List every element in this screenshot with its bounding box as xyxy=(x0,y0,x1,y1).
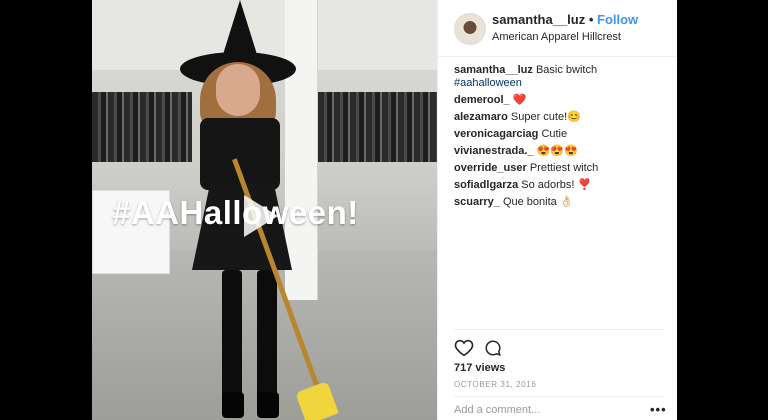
comment-username[interactable]: sofiadlgarza xyxy=(454,179,518,191)
person-face xyxy=(216,64,260,116)
store-pillar xyxy=(285,0,318,300)
location-link[interactable]: American Apparel Hillcrest xyxy=(492,31,621,43)
author-username[interactable]: samantha__luz xyxy=(492,12,585,27)
comment-username[interactable]: scuarry_ xyxy=(454,196,500,208)
comment-row: sofiadlgarza So adorbs! ❣️ xyxy=(454,179,665,192)
comment-text: Cutie xyxy=(541,128,568,140)
caption-username[interactable]: samantha__luz xyxy=(454,64,533,76)
heart-icon[interactable] xyxy=(454,339,474,357)
caption: samantha__luz Basic bwitch #aahalloween xyxy=(454,64,665,90)
comment-row: scuarry_ Que bonita 👌🏻 xyxy=(454,196,665,209)
section-divider xyxy=(454,329,665,330)
comment-text: ❤️ xyxy=(512,94,527,106)
comment-text: So adorbs! ❣️ xyxy=(521,179,592,191)
more-options-icon[interactable]: ••• xyxy=(650,402,667,417)
video-overlay-text: #AAHalloween! xyxy=(112,194,359,231)
comment-rows: demerool_ ❤️ alezamaro Super cute!😊 veroni… xyxy=(454,94,665,209)
comment-username[interactable]: override_user xyxy=(454,162,527,174)
comment-icon[interactable] xyxy=(484,339,502,357)
post-dialog: #AAHalloween! samantha__luz • Follow Ame… xyxy=(92,0,677,420)
witch-hat-cone xyxy=(220,0,260,64)
comment-list: samantha__luz Basic bwitch #aahalloween … xyxy=(454,64,665,213)
clothing-rack-left xyxy=(92,92,192,162)
post-author: samantha__luz • Follow xyxy=(492,12,638,27)
video-player[interactable]: #AAHalloween! xyxy=(92,0,437,420)
person-shoe-left xyxy=(222,392,244,418)
comment-username[interactable]: vivianestrada._ xyxy=(454,145,534,157)
add-comment-input[interactable]: Add a comment... xyxy=(454,404,540,416)
play-icon[interactable] xyxy=(244,195,278,237)
view-count[interactable]: 717 views xyxy=(454,362,505,374)
person-leg-left xyxy=(222,270,242,402)
dot-separator: • xyxy=(588,12,594,27)
avatar[interactable] xyxy=(454,13,486,45)
comment-username[interactable]: veronicagarciag xyxy=(454,128,538,140)
section-divider xyxy=(454,396,665,397)
caption-text: Basic bwitch xyxy=(535,64,598,76)
post-header: samantha__luz • Follow American Apparel … xyxy=(438,0,677,57)
comment-row: veronicagarciag Cutie xyxy=(454,128,665,141)
follow-button[interactable]: Follow xyxy=(597,12,638,27)
comment-row: override_user Prettiest witch xyxy=(454,162,665,175)
clothing-rack-right xyxy=(318,92,437,162)
comment-text: Super cute!😊 xyxy=(510,111,581,123)
post-info-panel: samantha__luz • Follow American Apparel … xyxy=(437,0,677,420)
comment-row: alezamaro Super cute!😊 xyxy=(454,111,665,124)
person-shoe-right xyxy=(257,392,279,418)
comment-text: Prettiest witch xyxy=(529,162,599,174)
comment-username[interactable]: demerool_ xyxy=(454,94,510,106)
post-date: OCTOBER 31, 2016 xyxy=(454,380,537,389)
comment-text: 😍😍😍 xyxy=(536,145,578,157)
comment-text: Que bonita 👌🏻 xyxy=(502,196,574,208)
person-leg-right xyxy=(257,270,277,402)
comment-username[interactable]: alezamaro xyxy=(454,111,508,123)
caption-hashtag[interactable]: #aahalloween xyxy=(454,77,522,89)
comment-row: vivianestrada._ 😍😍😍 xyxy=(454,145,665,158)
comment-row: demerool_ ❤️ xyxy=(454,94,665,107)
action-bar xyxy=(454,337,554,357)
